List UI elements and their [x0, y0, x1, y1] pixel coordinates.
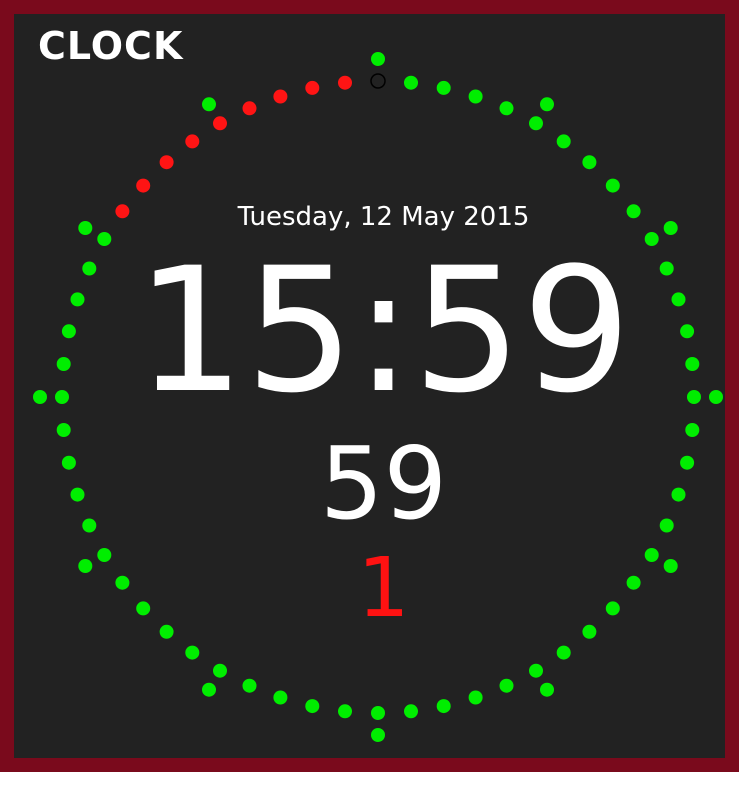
second-dot — [582, 155, 597, 170]
second-dot-red — [213, 116, 227, 131]
hour-marker-dot — [202, 97, 216, 112]
hour-marker-dot — [540, 97, 554, 112]
second-dot — [436, 80, 451, 95]
second-dot — [242, 678, 257, 693]
second-dot — [499, 101, 514, 116]
second-dot-red — [273, 89, 288, 104]
second-dot — [213, 663, 227, 678]
second-dot — [404, 704, 418, 719]
second-dot-red — [185, 134, 200, 149]
second-dot — [605, 178, 620, 193]
second-dot-red — [338, 75, 352, 90]
second-dot — [556, 134, 571, 149]
second-dot — [371, 706, 385, 720]
hour-marker-dot — [371, 728, 385, 742]
hour-marker-dot — [202, 682, 216, 697]
time-display: 15:59 — [135, 230, 632, 431]
second-dot — [468, 89, 483, 104]
indicator-value: 1 — [357, 541, 410, 636]
second-dot — [404, 75, 418, 90]
second-dot — [556, 645, 571, 660]
second-dot — [529, 116, 543, 131]
second-dot-red — [136, 178, 151, 193]
second-dot — [185, 645, 200, 660]
second-dot — [338, 704, 352, 719]
seconds-display: 59 — [319, 425, 448, 542]
clock-panel: CLOCK Tuesday, 12 May 2015 15:59 59 1 — [0, 0, 739, 772]
second-dot-red — [242, 101, 257, 116]
second-dot — [305, 699, 320, 714]
second-dot — [436, 699, 451, 714]
second-dot — [273, 690, 288, 705]
second-dot — [499, 678, 514, 693]
second-dot-red — [159, 155, 174, 170]
second-dot-off — [370, 73, 386, 89]
hour-marker-dot — [540, 682, 554, 697]
second-dot — [529, 663, 543, 678]
second-dot-red — [305, 80, 320, 95]
second-dot — [468, 690, 483, 705]
date-label: Tuesday, 12 May 2015 — [237, 202, 530, 232]
hour-marker-dot — [371, 52, 385, 66]
